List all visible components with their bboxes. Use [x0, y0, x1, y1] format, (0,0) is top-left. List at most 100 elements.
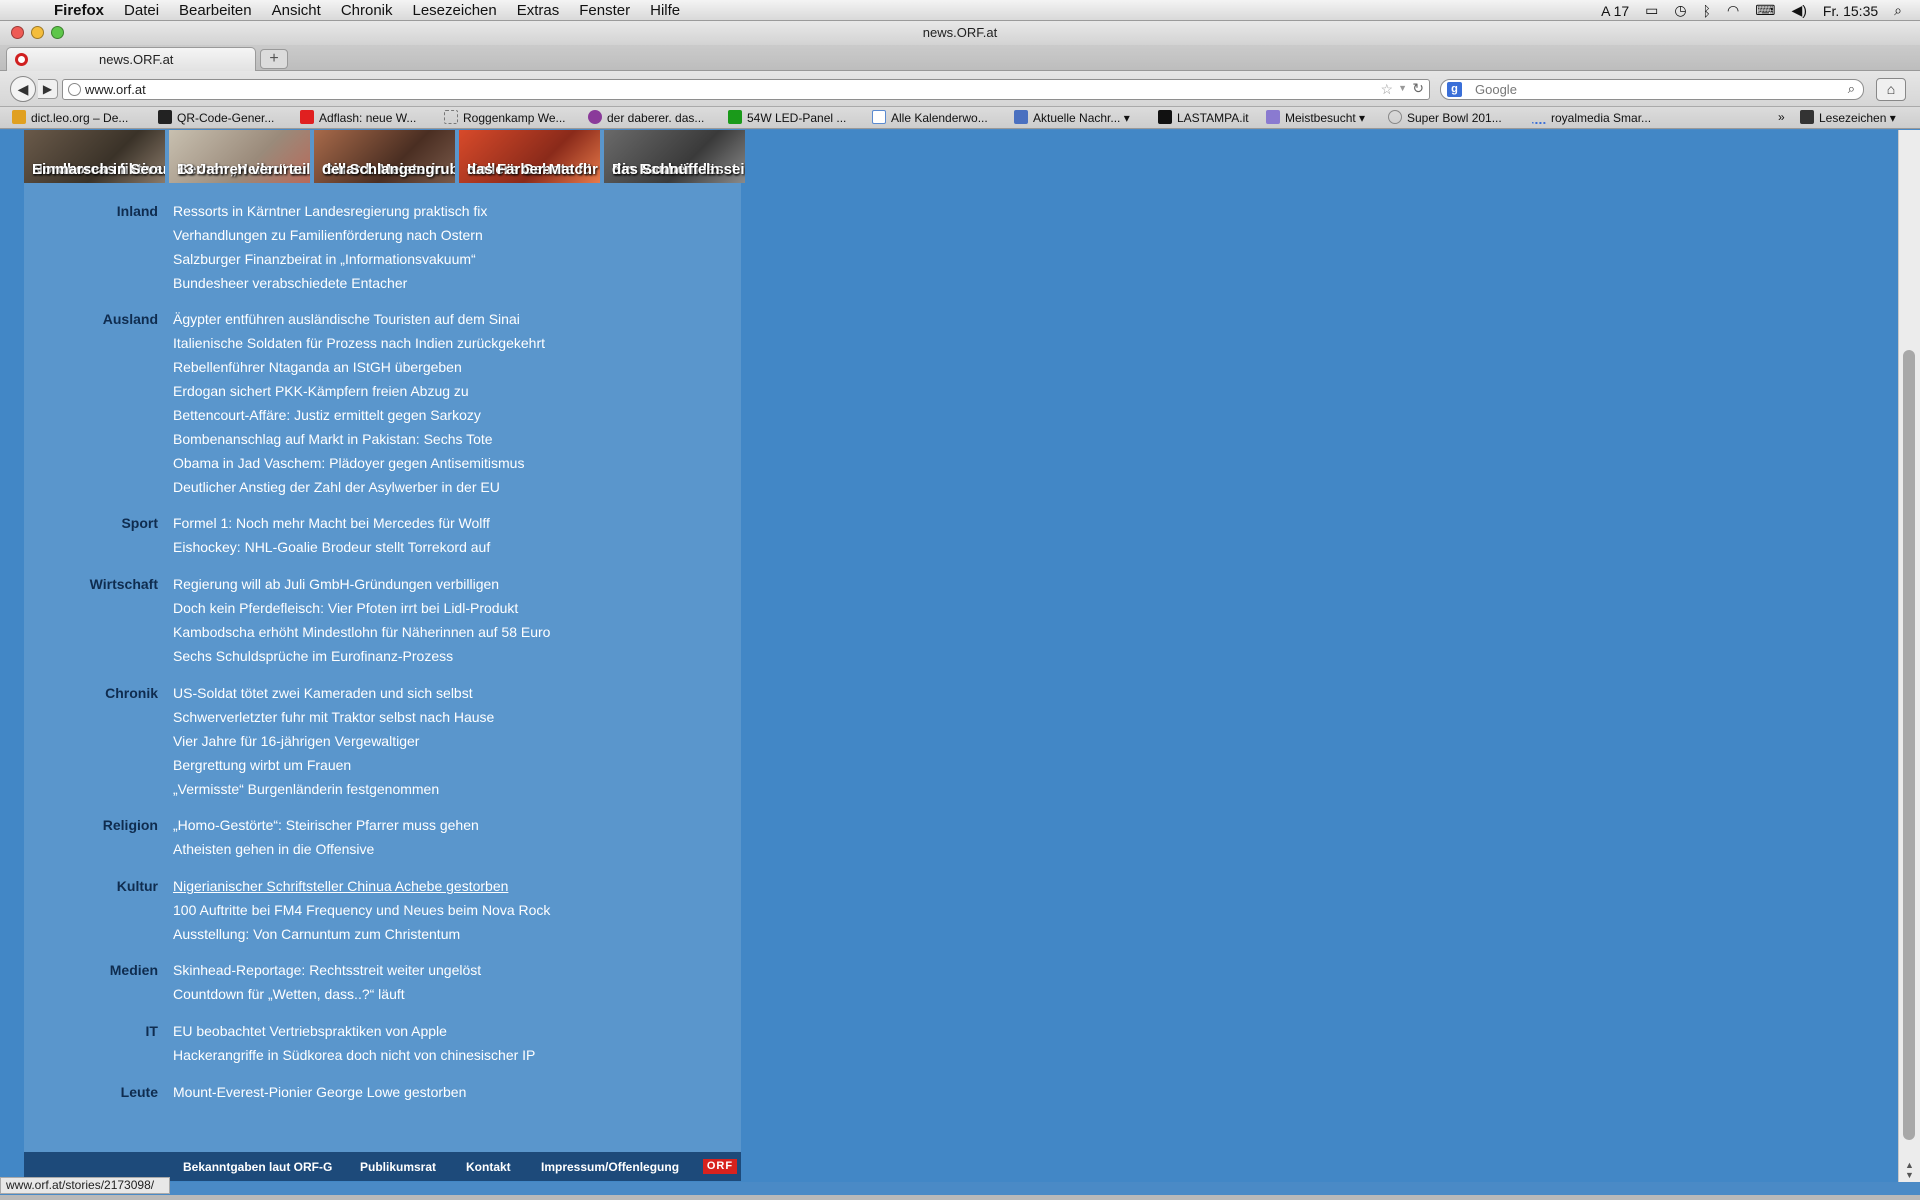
keyboard-icon[interactable]: ⌨ — [1755, 2, 1775, 19]
bookmark-royalmedia[interactable]: royalmedia Smar... — [1532, 110, 1651, 125]
orf-logo[interactable]: ORF — [703, 1159, 737, 1174]
section-label[interactable]: Leute — [24, 1084, 158, 1100]
news-link[interactable]: Bundesheer verabschiedete Entacher — [173, 275, 487, 299]
bookmark-kalenderwochen[interactable]: Alle Kalenderwo... — [872, 110, 988, 125]
clock[interactable]: Fr. 15:35 — [1823, 3, 1878, 19]
home-button[interactable]: ⌂ — [1876, 78, 1906, 101]
time-machine-icon[interactable]: ◷ — [1674, 2, 1686, 19]
news-link[interactable]: Bombenanschlag auf Markt in Pakistan: Se… — [173, 431, 545, 455]
news-link[interactable]: Bergrettung wirbt um Frauen — [173, 757, 494, 781]
news-link[interactable]: Regierung will ab Juli GmbH-Gründungen v… — [173, 576, 550, 600]
news-link[interactable]: Countdown für „Wetten, dass..?“ läuft — [173, 986, 481, 1010]
lesezeichen-menu-button[interactable]: Lesezeichen ▾ — [1800, 110, 1896, 125]
bookmark-led-panel[interactable]: 54W LED-Panel ... — [728, 110, 846, 125]
window-minimize-button[interactable] — [31, 26, 44, 39]
tab-news-orf[interactable]: news.ORF.at — [6, 47, 256, 71]
section-label[interactable]: Medien — [24, 962, 158, 978]
google-engine-icon[interactable]: g — [1447, 82, 1462, 97]
menu-fenster[interactable]: Fenster — [579, 2, 630, 19]
menu-lesezeichen[interactable]: Lesezeichen — [413, 2, 497, 19]
footer-link-impressum[interactable]: Impressum/Offenlegung — [541, 1160, 679, 1174]
section-label[interactable]: Inland — [24, 203, 158, 219]
news-link[interactable]: Obama in Jad Vaschem: Plädoyer gegen Ant… — [173, 455, 545, 479]
section-label[interactable]: Religion — [24, 817, 158, 833]
section-label[interactable]: Sport — [24, 515, 158, 531]
news-link[interactable]: Bettencourt-Affäre: Justiz ermittelt geg… — [173, 407, 545, 431]
news-link[interactable]: Erdogan sichert PKK-Kämpfern freien Abzu… — [173, 383, 545, 407]
news-link-hovered[interactable]: Nigerianischer Schriftsteller Chinua Ach… — [173, 878, 550, 902]
news-link[interactable]: Schwerverletzter fuhr mit Traktor selbst… — [173, 709, 494, 733]
section-label[interactable]: Ausland — [24, 311, 158, 327]
bookmarks-overflow-button[interactable]: » — [1778, 110, 1785, 124]
news-link[interactable]: Italienische Soldaten für Prozess nach I… — [173, 335, 545, 359]
teaser-nordkorea[interactable]: Nordkoreas fiktiver Einmarsch in Seoul — [24, 130, 165, 183]
scroll-down-arrow-icon[interactable]: ▼ — [1905, 1170, 1914, 1180]
news-link[interactable]: Skinhead-Reportage: Rechtsstreit weiter … — [173, 962, 481, 986]
menu-hilfe[interactable]: Hilfe — [650, 2, 680, 19]
bookmark-daberer[interactable]: der daberer. das... — [588, 110, 704, 125]
teaser-koller[interactable]: Kollers Gebote für das Färber-Match — [459, 130, 600, 183]
news-link[interactable]: Vier Jahre für 16-jährigen Vergewaltiger — [173, 733, 494, 757]
search-bar[interactable]: g Google ⌕ — [1440, 79, 1864, 100]
news-link[interactable]: Atheisten gehen in die Offensive — [173, 841, 479, 865]
section-label[interactable]: Chronik — [24, 685, 158, 701]
scrollbar-thumb[interactable] — [1903, 350, 1915, 1140]
news-link[interactable]: Hackerangriffe in Südkorea doch nicht vo… — [173, 1047, 535, 1071]
news-link[interactable]: Rebellenführer Ntaganda an IStGH übergeb… — [173, 359, 545, 383]
bookmark-lastampa[interactable]: LASTAMPA.it — [1158, 110, 1249, 125]
news-link[interactable]: Eishockey: NHL-Goalie Brodeur stellt Tor… — [173, 539, 490, 563]
news-link[interactable]: „Vermisste“ Burgenländerin festgenommen — [173, 781, 494, 805]
url-text[interactable]: www.orf.at — [85, 82, 146, 97]
news-link[interactable]: Doch kein Pferdefleisch: Vier Pfoten irr… — [173, 600, 550, 624]
news-link[interactable]: Ägypter entführen ausländische Touristen… — [173, 311, 545, 335]
footer-link-kontakt[interactable]: Kontakt — [466, 1160, 511, 1174]
wifi-icon[interactable]: ◠ — [1727, 2, 1739, 19]
menu-chronik[interactable]: Chronik — [341, 2, 393, 19]
menu-bearbeiten[interactable]: Bearbeiten — [179, 2, 252, 19]
news-link[interactable]: Verhandlungen zu Familienförderung nach … — [173, 227, 487, 251]
new-tab-button[interactable]: + — [260, 49, 288, 69]
section-label[interactable]: Kultur — [24, 878, 158, 894]
bookmark-meistbesucht[interactable]: Meistbesucht ▾ — [1266, 110, 1365, 125]
section-label[interactable]: IT — [24, 1023, 158, 1039]
display-icon[interactable]: ▭ — [1645, 2, 1658, 19]
menu-app-firefox[interactable]: Firefox — [54, 2, 104, 19]
adobe-icon[interactable]: A 17 — [1601, 3, 1629, 19]
section-label[interactable]: Wirtschaft — [24, 576, 158, 592]
back-button[interactable]: ◀ — [10, 76, 36, 102]
news-link[interactable]: Deutlicher Anstieg der Zahl der Asylwerb… — [173, 479, 545, 503]
bookmark-adflash[interactable]: Adflash: neue W... — [300, 110, 416, 125]
news-link[interactable]: EU beobachtet Vertriebspraktiken von App… — [173, 1023, 535, 1047]
reload-icon[interactable]: ↻ — [1412, 80, 1424, 97]
bookmark-leo[interactable]: dict.leo.org – De... — [12, 110, 128, 125]
news-link[interactable]: Ausstellung: Von Carnuntum zum Christent… — [173, 926, 550, 950]
news-link[interactable]: US-Soldat tötet zwei Kameraden und sich … — [173, 685, 494, 709]
news-link[interactable]: Mount-Everest-Pionier George Lowe gestor… — [173, 1084, 466, 1108]
bookmark-aktuelle-nachrichten[interactable]: Aktuelle Nachr... ▾ — [1014, 110, 1130, 125]
menu-ansicht[interactable]: Ansicht — [272, 2, 321, 19]
news-link[interactable]: Salzburger Finanzbeirat in „Informations… — [173, 251, 487, 275]
bookmark-roggenkamp[interactable]: Roggenkamp We... — [444, 110, 566, 125]
news-link[interactable]: Kambodscha erhöht Mindestlohn für Näheri… — [173, 624, 550, 648]
news-link[interactable]: Sechs Schuldsprüche im Eurofinanz-Prozes… — [173, 648, 550, 672]
bookmark-qr-code[interactable]: QR-Code-Gener... — [158, 110, 274, 125]
window-zoom-button[interactable] — [51, 26, 64, 39]
teaser-gillard[interactable]: Gillard: Meisterin der Schlangengrube — [314, 130, 455, 183]
menu-datei[interactable]: Datei — [124, 2, 159, 19]
news-link[interactable]: 100 Auftritte bei FM4 Frequency und Neue… — [173, 902, 550, 926]
footer-link-publikumsrat[interactable]: Publikumsrat — [360, 1160, 436, 1174]
bookmark-star-icon[interactable]: ☆ — [1380, 81, 1393, 98]
scroll-up-arrow-icon[interactable]: ▲ — [1905, 1160, 1914, 1170]
teaser-berner-heiler[interactable]: Berner „Heiler“ zu 13 Jahren verurteilt — [169, 130, 310, 183]
url-history-dropdown-icon[interactable]: ▼ — [1398, 83, 1407, 93]
vertical-scrollbar[interactable]: ▲ ▼ — [1898, 130, 1920, 1182]
forward-button[interactable]: ▶ — [38, 79, 58, 99]
search-icon[interactable]: ⌕ — [1848, 81, 1855, 97]
volume-icon[interactable]: ◀) — [1791, 2, 1806, 19]
bluetooth-icon[interactable]: ᛒ — [1703, 3, 1711, 19]
spotlight-icon[interactable]: ⌕ — [1894, 2, 1902, 19]
window-close-button[interactable] — [11, 26, 24, 39]
bookmark-super-bowl[interactable]: Super Bowl 201... — [1388, 110, 1502, 125]
footer-link-bekanntgaben[interactable]: Bekanntgaben laut ORF-G — [183, 1160, 332, 1174]
menu-extras[interactable]: Extras — [517, 2, 560, 19]
